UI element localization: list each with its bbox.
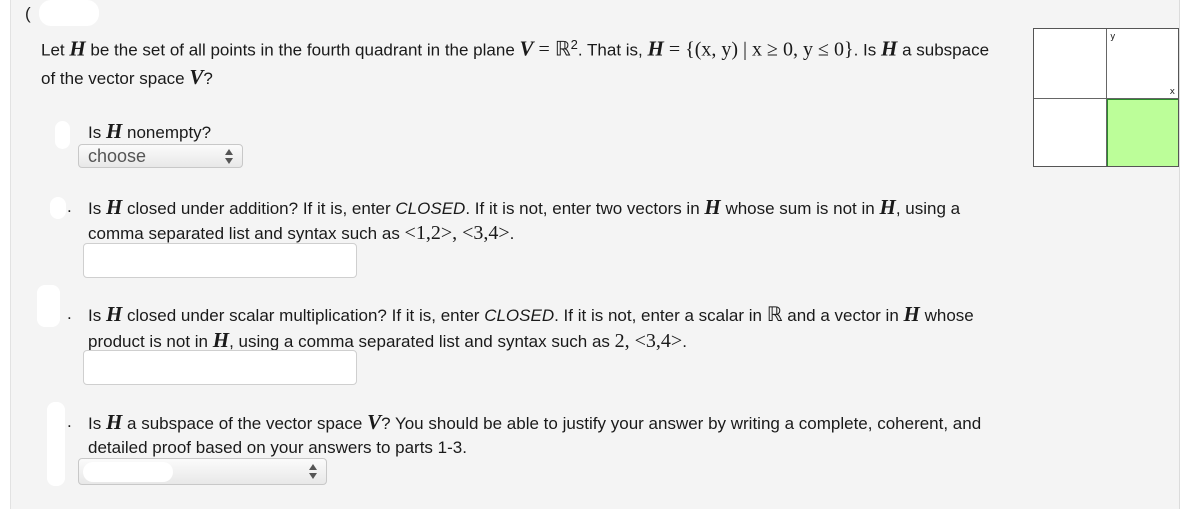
- x-axis: [1034, 98, 1178, 99]
- redacted-region: [55, 121, 70, 149]
- fourth-quadrant-fill: [1106, 98, 1178, 166]
- scalar-mult-answer-input[interactable]: [83, 350, 357, 385]
- subspace-select[interactable]: [78, 458, 327, 485]
- part-1: Is H nonempty?: [55, 119, 997, 149]
- question-panel: ( Let H be the set of all points in the …: [10, 0, 1180, 509]
- redacted-region: [37, 285, 60, 327]
- nonempty-select[interactable]: choose: [78, 144, 243, 168]
- question-number: (: [25, 4, 31, 23]
- set-definition: = {(x, y) | x ≥ 0, y ≤ 0}: [663, 38, 854, 61]
- select-arrows-icon: [308, 464, 318, 480]
- y-axis-label: y: [1110, 32, 1116, 42]
- redacted-region: [50, 197, 66, 219]
- quadrant-graph: y x: [1033, 28, 1179, 167]
- addition-answer-input[interactable]: [83, 243, 357, 278]
- select-arrows-icon: [224, 149, 234, 165]
- redacted-region: [83, 462, 173, 482]
- part-4: . Is H a subspace of the vector space V?…: [47, 402, 997, 486]
- part-2: . Is H closed under addition? If it is, …: [50, 195, 997, 246]
- question-statement: Let H be the set of all points in the fo…: [41, 36, 990, 89]
- x-axis-label: x: [1169, 87, 1175, 97]
- redacted-region: [39, 0, 99, 26]
- part-3: . Is H closed under scalar multiplicatio…: [37, 285, 997, 354]
- redacted-region: [47, 402, 65, 486]
